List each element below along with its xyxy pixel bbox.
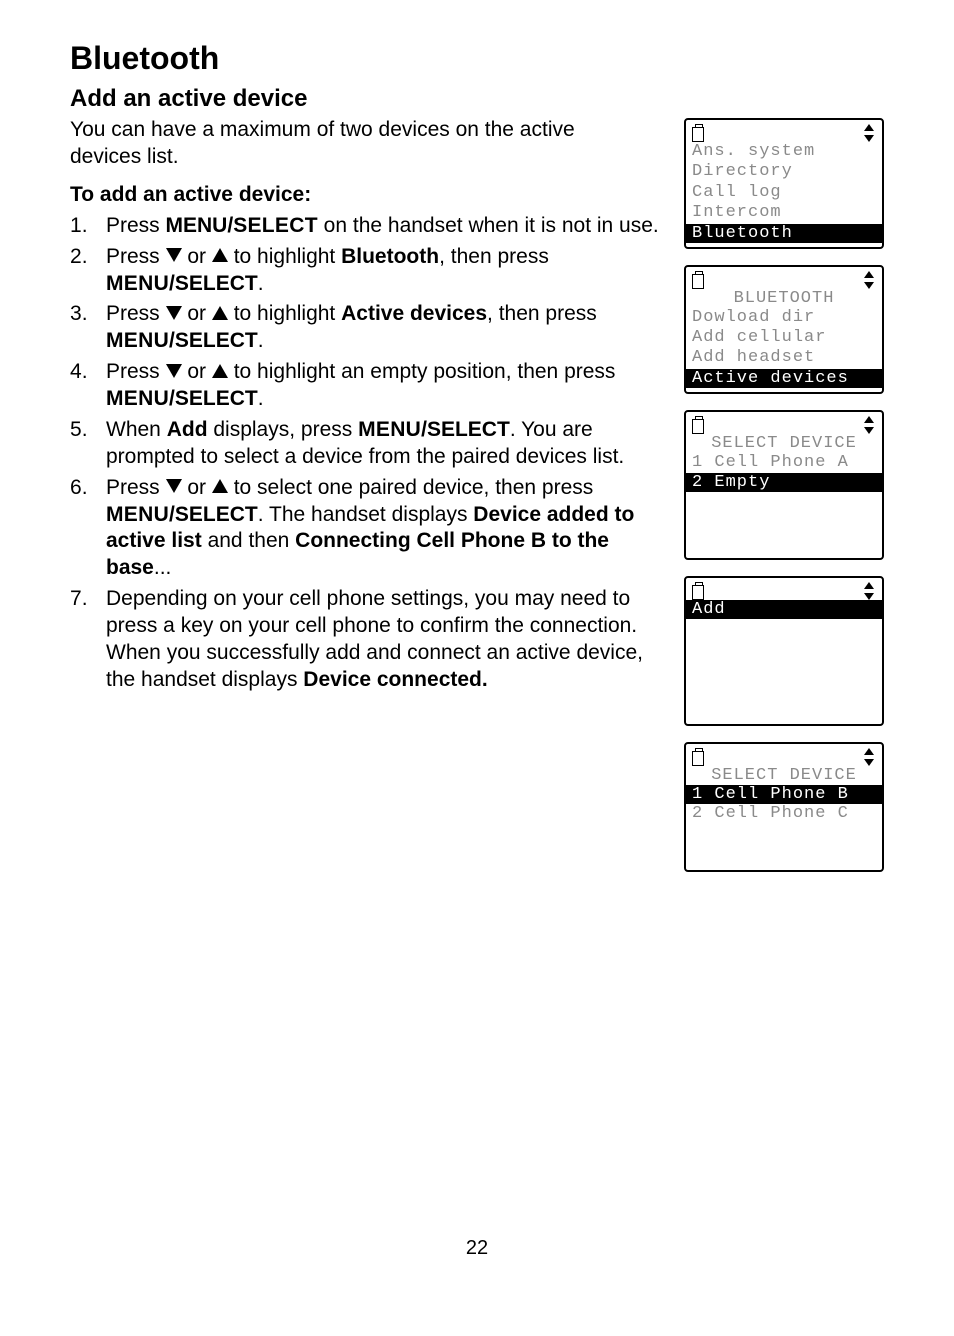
select-label: /SELECT: [169, 329, 258, 352]
down-arrow-icon: [166, 306, 182, 320]
lcd-line: Add headset: [686, 348, 882, 368]
lcd-line: Call log: [686, 183, 882, 203]
step-4: Press or to highlight an empty position,…: [70, 359, 665, 413]
add-label: Add: [167, 418, 208, 441]
step-6: Press or to select one paired device, th…: [70, 475, 665, 583]
step-1: Press MENU/SELECT on the handset when it…: [70, 213, 665, 240]
text: .: [258, 272, 264, 295]
lcd-line: 2 Cell Phone C: [686, 804, 882, 824]
updown-icon: [862, 124, 876, 142]
step-7: Depending on your cell phone settings, y…: [70, 586, 665, 694]
lcd-title: SELECT DEVICE: [686, 434, 882, 453]
lcd-line: Dowload dir: [686, 308, 882, 328]
step-3: Press or to highlight Active devices, th…: [70, 301, 665, 355]
text: When: [106, 418, 167, 441]
lcd-screen-4: Add: [684, 576, 884, 726]
text: .: [258, 387, 264, 410]
lcd-line: 1 Cell Phone A: [686, 453, 882, 473]
text: and then: [202, 529, 295, 552]
lcd-line: Intercom: [686, 203, 882, 223]
page-title: Bluetooth: [70, 40, 884, 77]
up-arrow-icon: [212, 479, 228, 493]
lcd-selected-line: Active devices: [686, 369, 882, 388]
up-arrow-icon: [212, 248, 228, 262]
text: . The handset displays: [258, 503, 474, 526]
lcd-selected-line: 2 Empty: [686, 473, 882, 492]
text: Press: [106, 302, 166, 325]
select-label: /SELECT: [421, 418, 510, 441]
text: Press: [106, 214, 166, 237]
text: , then press: [487, 302, 597, 325]
lcd-title: BLUETOOTH: [686, 289, 882, 308]
text: to highlight: [228, 245, 341, 268]
battery-icon: [692, 124, 704, 140]
up-arrow-icon: [212, 364, 228, 378]
lcd-header: [686, 582, 882, 600]
text: or: [182, 245, 212, 268]
lcd-line: Add cellular: [686, 328, 882, 348]
text: Press: [106, 360, 166, 383]
lcd-screen-2: BLUETOOTH Dowload dir Add cellular Add h…: [684, 265, 884, 394]
lcd-title: SELECT DEVICE: [686, 766, 882, 785]
text: on the handset when it is not in use.: [318, 214, 659, 237]
menu-label: MENU: [106, 387, 169, 410]
bluetooth-label: Bluetooth: [341, 245, 439, 268]
text: or: [182, 302, 212, 325]
lcd-header: [686, 271, 882, 289]
step-5: When Add displays, press MENU/SELECT. Yo…: [70, 417, 665, 471]
lcd-selected-line: 1 Cell Phone B: [686, 785, 882, 804]
text: .: [258, 329, 264, 352]
page: Bluetooth Add an active device You can h…: [0, 0, 954, 1280]
updown-icon: [862, 582, 876, 600]
step-2: Press or to highlight Bluetooth, then pr…: [70, 244, 665, 298]
menu-label: MENU: [106, 329, 169, 352]
up-arrow-icon: [212, 306, 228, 320]
text: displays, press: [208, 418, 359, 441]
menu-label: MENU/: [166, 214, 234, 237]
select-label: SELECT: [233, 214, 318, 237]
menu-label: MENU: [106, 272, 169, 295]
select-label: /SELECT: [169, 387, 258, 410]
updown-icon: [862, 416, 876, 434]
text: ...: [154, 556, 172, 579]
text: or: [182, 476, 212, 499]
lcd-selected-line: Bluetooth: [686, 224, 882, 243]
lcd-screen-3: SELECT DEVICE 1 Cell Phone A 2 Empty: [684, 410, 884, 560]
section-heading: Add an active device: [70, 85, 884, 113]
lcd-header: [686, 416, 882, 434]
text: Press: [106, 245, 166, 268]
select-label: /SELECT: [169, 503, 258, 526]
lcd-line: Ans. system: [686, 142, 882, 162]
menu-label: MENU: [106, 503, 169, 526]
select-label: /SELECT: [169, 272, 258, 295]
updown-icon: [862, 271, 876, 289]
lcd-screen-1: Ans. system Directory Call log Intercom …: [684, 118, 884, 249]
menu-label: MENU: [358, 418, 421, 441]
lcd-header: [686, 124, 882, 142]
text: or: [182, 360, 212, 383]
lcd-selected-line: Add: [686, 600, 882, 619]
down-arrow-icon: [166, 364, 182, 378]
device-connected-label: Device connected.: [303, 668, 487, 691]
text: to highlight: [228, 302, 341, 325]
updown-icon: [862, 748, 876, 766]
lcd-screens-column: Ans. system Directory Call log Intercom …: [684, 118, 884, 888]
battery-icon: [692, 271, 704, 287]
text: to highlight an empty position, then pre…: [228, 360, 616, 383]
step-list: Press MENU/SELECT on the handset when it…: [70, 213, 665, 694]
battery-icon: [692, 582, 704, 598]
down-arrow-icon: [166, 248, 182, 262]
battery-icon: [692, 748, 704, 764]
active-devices-label: Active devices: [341, 302, 487, 325]
lcd-header: [686, 748, 882, 766]
lcd-line: Directory: [686, 162, 882, 182]
intro-text: You can have a maximum of two devices on…: [70, 117, 640, 171]
down-arrow-icon: [166, 479, 182, 493]
page-number: 22: [0, 1237, 954, 1260]
text: , then press: [439, 245, 549, 268]
text: to select one paired device, then press: [228, 476, 593, 499]
text: Press: [106, 476, 166, 499]
battery-icon: [692, 416, 704, 432]
lcd-screen-5: SELECT DEVICE 1 Cell Phone B 2 Cell Phon…: [684, 742, 884, 872]
